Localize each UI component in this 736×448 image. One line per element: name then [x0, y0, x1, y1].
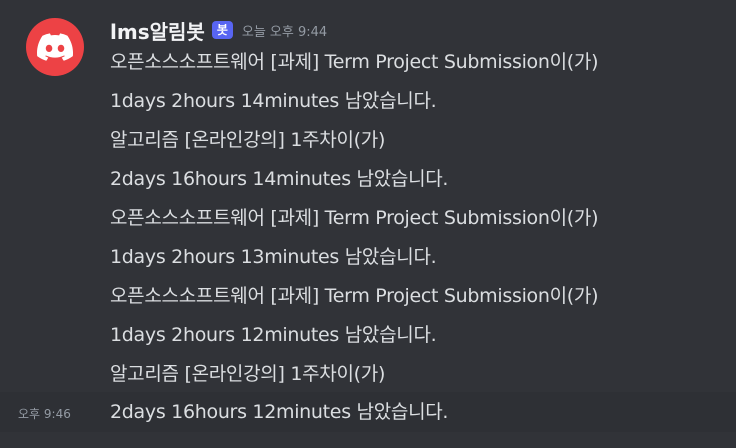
- message-line: 알고리즘 [온라인강의] 1주차이(가): [110, 363, 386, 385]
- message-line: 오픈소스소프트웨어 [과제] Term Project Submission이(…: [110, 285, 599, 307]
- message-header: lms알림봇 봇 오늘 오후 9:44: [110, 14, 327, 46]
- message-line: 1days 2hours 13minutes 남았습니다.: [110, 246, 437, 268]
- message-timestamp: 오늘 오후 9:44: [241, 24, 328, 40]
- message-line: 1days 2hours 14minutes 남았습니다.: [110, 90, 437, 112]
- message-line: 알고리즘 [온라인강의] 1주차이(가): [110, 129, 386, 151]
- hover-timestamp: 오후 9:46: [18, 407, 71, 421]
- message-line: 오픈소스소프트웨어 [과제] Term Project Submission이(…: [110, 207, 599, 229]
- message-line: 2days 16hours 14minutes 남았습니다.: [110, 168, 449, 190]
- discord-logo-icon: [37, 33, 73, 61]
- bot-tag-badge: 봇: [211, 21, 233, 39]
- message-group: 오후 9:46 lms알림봇 봇 오늘 오후 9:44 오픈소스소프트웨어 [과…: [0, 0, 736, 448]
- avatar[interactable]: [26, 18, 84, 76]
- message-line: 오픈소스소프트웨어 [과제] Term Project Submission이(…: [110, 51, 599, 73]
- message-line: 2days 16hours 12minutes 남았습니다.: [110, 401, 449, 423]
- message-line: 1days 2hours 12minutes 남았습니다.: [110, 324, 437, 346]
- author-name[interactable]: lms알림봇: [110, 16, 205, 45]
